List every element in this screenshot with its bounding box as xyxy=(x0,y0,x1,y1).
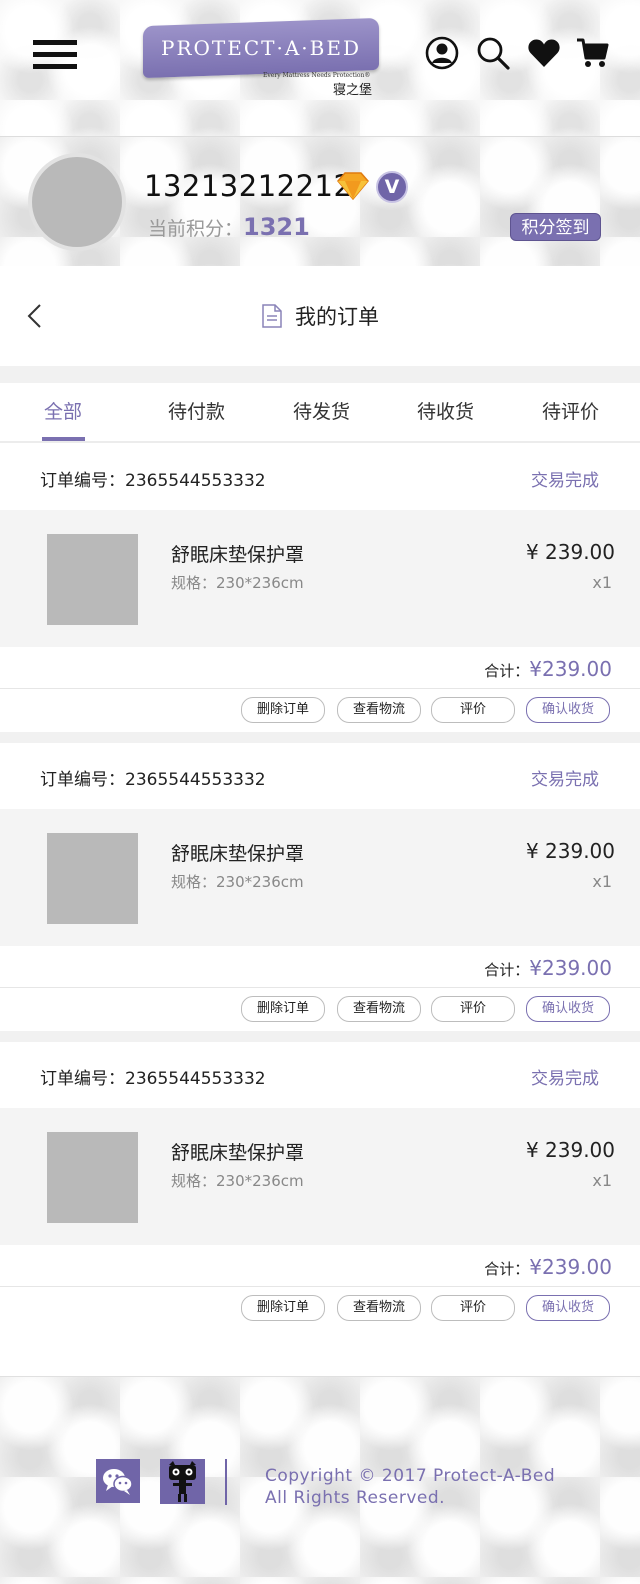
profile-section: 13213212212 V 当前积分：1321 积分签到 xyxy=(0,136,640,266)
product-spec: 规格：230*236cm xyxy=(171,873,304,891)
order-status: 交易完成 xyxy=(531,471,599,491)
tab-pending-receipt[interactable]: 待收货 xyxy=(417,397,474,424)
site-footer: Copyright © 2017 Protect-A-Bed All Right… xyxy=(0,1376,640,1584)
divider xyxy=(0,366,640,383)
product-image xyxy=(47,1132,138,1223)
avatar[interactable] xyxy=(28,153,126,251)
tab-pending-shipment[interactable]: 待发货 xyxy=(293,397,350,424)
review-button[interactable]: 评价 xyxy=(431,1295,515,1321)
order-total-label: 合计： xyxy=(484,662,530,680)
order-total: 合计：¥239.00 xyxy=(484,1255,612,1279)
product-spec: 规格：230*236cm xyxy=(171,1172,304,1190)
confirm-receipt-button[interactable]: 确认收货 xyxy=(526,1295,610,1321)
product-image xyxy=(47,534,138,625)
product-price: ¥ 239.00 xyxy=(525,540,615,564)
copyright: Copyright © 2017 Protect-A-Bed All Right… xyxy=(265,1465,555,1509)
order-number: 订单编号：2365544553332 xyxy=(40,1069,266,1089)
product-price: ¥ 239.00 xyxy=(525,839,615,863)
sign-in-points-button[interactable]: 积分签到 xyxy=(510,213,601,241)
tab-pending-payment[interactable]: 待付款 xyxy=(168,397,225,424)
order-item[interactable]: 舒眠床垫保护罩 规格：230*236cm ¥ 239.00 x1 xyxy=(0,510,640,647)
order-card: 订单编号：2365544553332 交易完成 舒眠床垫保护罩 规格：230*2… xyxy=(0,444,640,732)
copyright-line-1: Copyright © 2017 Protect-A-Bed xyxy=(265,1466,556,1486)
order-number: 订单编号：2365544553332 xyxy=(40,471,266,491)
product-name: 舒眠床垫保护罩 xyxy=(171,843,305,865)
user-icon[interactable] xyxy=(425,36,459,70)
order-total: 合计：¥239.00 xyxy=(484,657,612,681)
divider xyxy=(0,688,640,689)
order-card: 订单编号：2365544553332 交易完成 舒眠床垫保护罩 规格：230*2… xyxy=(0,743,640,1031)
view-logistics-button[interactable]: 查看物流 xyxy=(337,697,421,723)
brand-logo[interactable]: PROTECT·A·BED Every Mattress Needs Prote… xyxy=(143,17,383,98)
delete-order-button[interactable]: 删除订单 xyxy=(241,996,325,1022)
order-total-label: 合计： xyxy=(484,1260,530,1278)
user-phone: 13213212212 xyxy=(144,169,353,203)
order-tabs: 全部 待付款 待发货 待收货 待评价 xyxy=(0,383,640,443)
product-spec: 规格：230*236cm xyxy=(171,574,304,592)
product-image xyxy=(47,833,138,924)
order-header: 订单编号：2365544553332 交易完成 xyxy=(0,444,640,510)
order-total-value: ¥239.00 xyxy=(529,1255,612,1279)
vip-icon: V xyxy=(376,171,408,203)
product-price: ¥ 239.00 xyxy=(525,1138,615,1162)
cart-icon[interactable] xyxy=(576,36,610,70)
title-bar: 我的订单 xyxy=(0,266,640,366)
product-quantity: x1 xyxy=(592,573,612,592)
site-header: PROTECT·A·BED Every Mattress Needs Prote… xyxy=(0,0,640,136)
order-status: 交易完成 xyxy=(531,770,599,790)
document-icon xyxy=(262,304,282,328)
order-total-value: ¥239.00 xyxy=(529,657,612,681)
points-value: 1321 xyxy=(243,213,310,241)
confirm-receipt-button[interactable]: 确认收货 xyxy=(526,697,610,723)
tab-all[interactable]: 全部 xyxy=(44,397,82,424)
view-logistics-button[interactable]: 查看物流 xyxy=(337,1295,421,1321)
menu-icon[interactable] xyxy=(33,38,77,70)
logo-cn-name: 寝之堡 xyxy=(333,83,373,98)
divider xyxy=(0,1031,640,1042)
wechat-icon[interactable] xyxy=(96,1459,140,1503)
order-card: 订单编号：2365544553332 交易完成 舒眠床垫保护罩 规格：230*2… xyxy=(0,1042,640,1330)
delete-order-button[interactable]: 删除订单 xyxy=(241,697,325,723)
product-quantity: x1 xyxy=(592,1171,612,1190)
review-button[interactable]: 评价 xyxy=(431,697,515,723)
order-total-value: ¥239.00 xyxy=(529,956,612,980)
diamond-icon xyxy=(337,172,369,201)
active-tab-indicator xyxy=(42,437,85,441)
review-button[interactable]: 评价 xyxy=(431,996,515,1022)
product-name: 舒眠床垫保护罩 xyxy=(171,544,305,566)
product-quantity: x1 xyxy=(592,872,612,891)
delete-order-button[interactable]: 删除订单 xyxy=(241,1295,325,1321)
copyright-line-2: All Rights Reserved. xyxy=(265,1488,446,1508)
divider xyxy=(0,732,640,743)
product-name: 舒眠床垫保护罩 xyxy=(171,1142,305,1164)
logo-text: PROTECT·A·BED xyxy=(161,36,361,60)
order-item[interactable]: 舒眠床垫保护罩 规格：230*236cm ¥ 239.00 x1 xyxy=(0,809,640,946)
tmall-icon[interactable] xyxy=(160,1459,205,1504)
order-number: 订单编号：2365544553332 xyxy=(40,770,266,790)
heart-icon[interactable] xyxy=(527,36,561,70)
confirm-receipt-button[interactable]: 确认收货 xyxy=(526,996,610,1022)
view-logistics-button[interactable]: 查看物流 xyxy=(337,996,421,1022)
tab-pending-review[interactable]: 待评价 xyxy=(542,397,599,424)
order-header: 订单编号：2365544553332 交易完成 xyxy=(0,743,640,809)
points-display: 当前积分：1321 xyxy=(148,213,310,241)
page-title: 我的订单 xyxy=(295,305,379,329)
order-header: 订单编号：2365544553332 交易完成 xyxy=(0,1042,640,1108)
logo-tagline: Every Mattress Needs Protection® xyxy=(263,72,371,79)
back-icon[interactable] xyxy=(22,300,52,332)
points-label: 当前积分： xyxy=(148,218,244,240)
order-total: 合计：¥239.00 xyxy=(484,956,612,980)
order-total-label: 合计： xyxy=(484,961,530,979)
search-icon[interactable] xyxy=(476,36,510,70)
footer-divider xyxy=(225,1459,227,1505)
divider xyxy=(0,1286,640,1287)
order-item[interactable]: 舒眠床垫保护罩 规格：230*236cm ¥ 239.00 x1 xyxy=(0,1108,640,1245)
order-status: 交易完成 xyxy=(531,1069,599,1089)
divider xyxy=(0,987,640,988)
